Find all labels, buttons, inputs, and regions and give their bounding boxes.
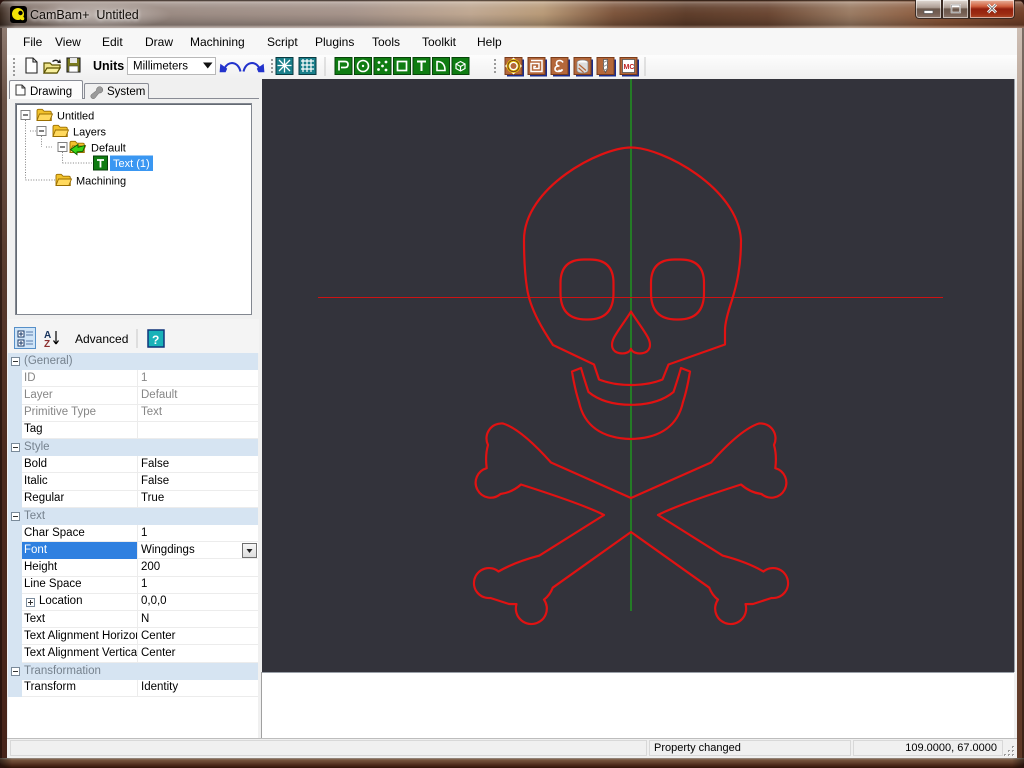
svg-text:Units: Units <box>93 59 124 73</box>
svg-text:Drawing: Drawing <box>30 86 72 98</box>
svg-text:Text (1): Text (1) <box>113 158 150 170</box>
svg-text:Untitled: Untitled <box>57 111 94 123</box>
svg-text:MC: MC <box>624 64 635 71</box>
svg-text:Layers: Layers <box>73 127 107 139</box>
svg-text:Machining: Machining <box>76 176 126 188</box>
svg-text:System: System <box>107 86 145 98</box>
svg-text:?: ? <box>152 333 159 347</box>
svg-text:Default: Default <box>91 143 126 155</box>
svg-text:Advanced: Advanced <box>75 332 128 346</box>
svg-text:Z: Z <box>44 339 50 350</box>
svg-text:Millimeters: Millimeters <box>133 61 188 73</box>
